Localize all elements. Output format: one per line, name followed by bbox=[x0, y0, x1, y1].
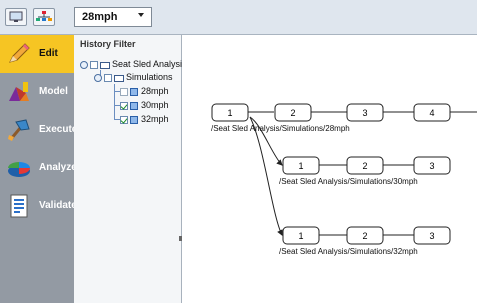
speed-dropdown[interactable]: 28mph bbox=[74, 7, 152, 27]
graph-node[interactable]: 1 bbox=[211, 103, 249, 122]
collapse-icon[interactable] bbox=[80, 61, 88, 69]
tree-checkbox[interactable] bbox=[120, 88, 128, 96]
nav-item-label: Analyze bbox=[39, 162, 77, 173]
run-icon bbox=[130, 88, 138, 96]
nav-item-edit[interactable]: Edit bbox=[0, 35, 74, 73]
pencil-icon bbox=[9, 43, 30, 63]
history-graph-canvas: 1 2 3 4 /Seat Sled Analysis/Simulations/… bbox=[182, 35, 477, 303]
tree-node-label: 28mph bbox=[141, 86, 169, 96]
graph-node[interactable]: 2 bbox=[346, 226, 384, 245]
tree-view-button[interactable] bbox=[33, 8, 55, 26]
run-path-label: /Seat Sled Analysis/Simulations/30mph bbox=[279, 177, 418, 186]
folder-icon bbox=[100, 62, 110, 69]
top-toolbar: 28mph bbox=[0, 0, 477, 35]
branch-connector bbox=[249, 116, 283, 236]
nav-item-label: Edit bbox=[39, 48, 58, 59]
tree-node-run[interactable]: 28mph bbox=[120, 86, 180, 98]
collapse-icon[interactable] bbox=[94, 74, 102, 82]
graph-node-label: 1 bbox=[298, 161, 303, 171]
run-path-label: /Seat Sled Analysis/Simulations/32mph bbox=[279, 247, 418, 256]
nav-item-model[interactable]: Model bbox=[0, 73, 74, 111]
graph-node-label: 3 bbox=[362, 108, 367, 118]
panel-title: History Filter bbox=[80, 39, 136, 49]
graph-node[interactable]: 3 bbox=[413, 156, 451, 175]
tree-checkbox[interactable] bbox=[90, 61, 98, 69]
tree-node-run[interactable]: 32mph bbox=[120, 114, 180, 126]
hammer-icon bbox=[8, 119, 30, 141]
monitor-view-button[interactable] bbox=[5, 8, 27, 26]
tree-checkbox[interactable] bbox=[104, 74, 112, 82]
run-icon bbox=[130, 102, 138, 110]
nav-item-validate[interactable]: Validate bbox=[0, 187, 77, 225]
run-icon bbox=[130, 116, 138, 124]
document-icon bbox=[10, 194, 28, 218]
hierarchy-icon bbox=[36, 11, 52, 21]
folder-icon bbox=[114, 75, 124, 82]
tree-node-run[interactable]: 30mph bbox=[120, 100, 180, 112]
nav-item-execute[interactable]: Execute bbox=[0, 111, 78, 149]
graph-node-label: 3 bbox=[429, 231, 434, 241]
tree-checkbox[interactable] bbox=[120, 116, 128, 124]
graph-node-label: 2 bbox=[362, 161, 367, 171]
graph-node[interactable]: 3 bbox=[413, 226, 451, 245]
graph-node-label: 2 bbox=[362, 231, 367, 241]
tree-node-label: Seat Sled Analysis bbox=[112, 59, 187, 69]
tree-node-label: 32mph bbox=[141, 114, 169, 124]
tree-node-simulations[interactable]: Simulations bbox=[94, 72, 174, 84]
graph-node-label: 3 bbox=[429, 161, 434, 171]
graph-node[interactable]: 2 bbox=[346, 156, 384, 175]
tree-checkbox[interactable] bbox=[120, 102, 128, 110]
pie-chart-icon bbox=[8, 162, 30, 177]
graph-node[interactable]: 1 bbox=[282, 156, 320, 175]
tree-node-label: 30mph bbox=[141, 100, 169, 110]
tree-node-label: Simulations bbox=[126, 72, 173, 82]
tree-node-root[interactable]: Seat Sled Analysis bbox=[80, 59, 187, 71]
graph-node[interactable]: 4 bbox=[413, 103, 451, 122]
nav-item-analyze[interactable]: Analyze bbox=[0, 149, 77, 187]
tree-connector bbox=[114, 84, 115, 119]
model-icon bbox=[9, 82, 29, 101]
chevron-down-icon bbox=[138, 13, 144, 17]
graph-node-label: 1 bbox=[298, 231, 303, 241]
graph-node-label: 4 bbox=[429, 108, 434, 118]
history-graph: 1 2 3 4 /Seat Sled Analysis/Simulations/… bbox=[211, 103, 477, 256]
history-filter-panel: History Filter Seat Sled Analysis Simula… bbox=[74, 35, 187, 303]
speed-dropdown-value: 28mph bbox=[82, 11, 118, 23]
run-path-label: /Seat Sled Analysis/Simulations/28mph bbox=[211, 124, 350, 133]
monitor-icon bbox=[9, 11, 23, 22]
graph-node[interactable]: 1 bbox=[282, 226, 320, 245]
nav-item-label: Validate bbox=[39, 200, 77, 211]
mode-sidebar: Edit Model Execute Analyze Validate bbox=[0, 35, 78, 303]
nav-item-label: Execute bbox=[39, 124, 78, 135]
graph-node[interactable]: 3 bbox=[346, 103, 384, 122]
nav-item-label: Model bbox=[39, 86, 68, 97]
graph-node[interactable]: 2 bbox=[274, 103, 312, 122]
graph-node-label: 2 bbox=[290, 108, 295, 118]
graph-node-label: 1 bbox=[227, 108, 232, 118]
